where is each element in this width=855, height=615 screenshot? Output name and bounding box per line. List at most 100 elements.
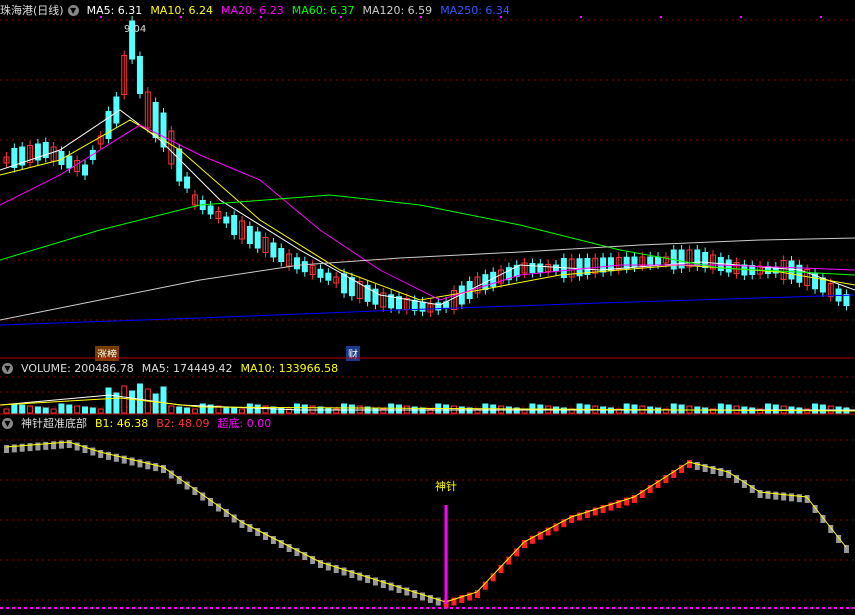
volume-bar bbox=[58, 403, 65, 414]
baseline-dot bbox=[102, 607, 105, 609]
volume-bar bbox=[3, 408, 10, 414]
candle-body bbox=[293, 257, 300, 270]
baseline-dot bbox=[420, 607, 423, 609]
baseline-dot bbox=[120, 607, 123, 609]
baseline-dot bbox=[582, 607, 585, 609]
indicator-bar bbox=[773, 491, 779, 500]
baseline-dot bbox=[522, 607, 525, 609]
baseline-dot bbox=[540, 607, 543, 609]
baseline-dot bbox=[498, 607, 501, 609]
volume-bar bbox=[121, 385, 128, 414]
volume-bar bbox=[529, 403, 536, 414]
baseline-dot bbox=[468, 607, 471, 609]
baseline-dot bbox=[6, 607, 9, 609]
baseline-dot bbox=[768, 607, 771, 609]
volume-bar bbox=[717, 403, 724, 414]
volume-bar bbox=[66, 404, 73, 414]
baseline-dot bbox=[672, 607, 675, 609]
candle-body bbox=[82, 164, 88, 176]
baseline-dot bbox=[600, 607, 603, 609]
baseline-dot bbox=[348, 607, 351, 609]
baseline-dot bbox=[660, 607, 663, 609]
baseline-dot bbox=[792, 607, 795, 609]
marker-dot bbox=[740, 16, 742, 18]
candle-body bbox=[553, 264, 559, 272]
volume-bar bbox=[19, 404, 26, 414]
baseline-dot bbox=[0, 607, 3, 609]
indicator-bar bbox=[51, 441, 57, 450]
baseline-dot bbox=[258, 607, 261, 609]
baseline-dot bbox=[204, 607, 207, 609]
indicator-bar bbox=[796, 494, 802, 503]
baseline-dot bbox=[156, 607, 159, 609]
indicator-bar bbox=[43, 441, 49, 450]
baseline-dot bbox=[714, 607, 717, 609]
baseline-dot bbox=[462, 607, 465, 609]
baseline-dot bbox=[378, 607, 381, 609]
candle-body bbox=[105, 111, 112, 139]
baseline-dot bbox=[168, 607, 171, 609]
baseline-dot bbox=[294, 607, 297, 609]
baseline-dot bbox=[450, 607, 453, 609]
baseline-dot bbox=[150, 607, 153, 609]
candle-body bbox=[317, 268, 324, 278]
baseline-dot bbox=[702, 607, 705, 609]
baseline-dot bbox=[780, 607, 783, 609]
indicator-bar bbox=[19, 443, 25, 452]
baseline-dot bbox=[114, 607, 117, 609]
baseline-dot bbox=[666, 607, 669, 609]
volume-bar bbox=[623, 403, 630, 414]
baseline-dot bbox=[738, 607, 741, 609]
baseline-dot bbox=[360, 607, 363, 609]
baseline-dot bbox=[492, 607, 495, 609]
volume-bar bbox=[34, 406, 41, 414]
marker-dot bbox=[500, 16, 502, 18]
baseline-dot bbox=[588, 607, 591, 609]
baseline-dot bbox=[384, 607, 387, 609]
indicator-bar bbox=[781, 492, 787, 501]
baseline-dot bbox=[798, 607, 801, 609]
volume-bar bbox=[812, 403, 819, 414]
candle-body bbox=[647, 256, 654, 266]
baseline-dot bbox=[594, 607, 597, 609]
baseline-dot bbox=[228, 607, 231, 609]
baseline-dot bbox=[96, 607, 99, 609]
volume-bar bbox=[105, 387, 112, 414]
volume-bar bbox=[239, 408, 245, 414]
baseline-dot bbox=[756, 607, 759, 609]
marker-dot bbox=[340, 16, 342, 18]
baseline-dot bbox=[276, 607, 279, 609]
baseline-dot bbox=[654, 607, 657, 609]
volume-bar bbox=[341, 403, 348, 414]
candle-body bbox=[278, 248, 285, 262]
baseline-dot bbox=[252, 607, 255, 609]
baseline-dot bbox=[822, 607, 825, 609]
volume-bar bbox=[11, 403, 18, 414]
stock-chart-canvas[interactable]: 9.04 神针 bbox=[0, 0, 855, 615]
baseline-dot bbox=[192, 607, 195, 609]
baseline-dot bbox=[78, 607, 81, 609]
volume-bar bbox=[42, 407, 49, 414]
baseline-dot bbox=[486, 607, 489, 609]
baseline-dot bbox=[30, 607, 33, 609]
signal-label: 神针 bbox=[435, 479, 457, 493]
baseline-dot bbox=[210, 607, 213, 609]
indicator-bar bbox=[4, 445, 9, 453]
volume-bar bbox=[97, 408, 104, 414]
baseline-dot bbox=[606, 607, 609, 609]
baseline-dot bbox=[162, 607, 165, 609]
baseline-dot bbox=[12, 607, 15, 609]
baseline-dot bbox=[186, 607, 189, 609]
marker-dot bbox=[580, 16, 582, 18]
marker-dot bbox=[820, 16, 822, 18]
candle-body bbox=[254, 231, 261, 249]
candle-body bbox=[231, 215, 238, 235]
baseline-dot bbox=[564, 607, 567, 609]
baseline-dot bbox=[528, 607, 531, 609]
baseline-dot bbox=[90, 607, 93, 609]
candle-body bbox=[411, 299, 418, 311]
baseline-dot bbox=[366, 607, 369, 609]
volume-bar bbox=[772, 404, 779, 414]
volume-bar bbox=[764, 403, 771, 414]
candle-body bbox=[623, 256, 630, 269]
